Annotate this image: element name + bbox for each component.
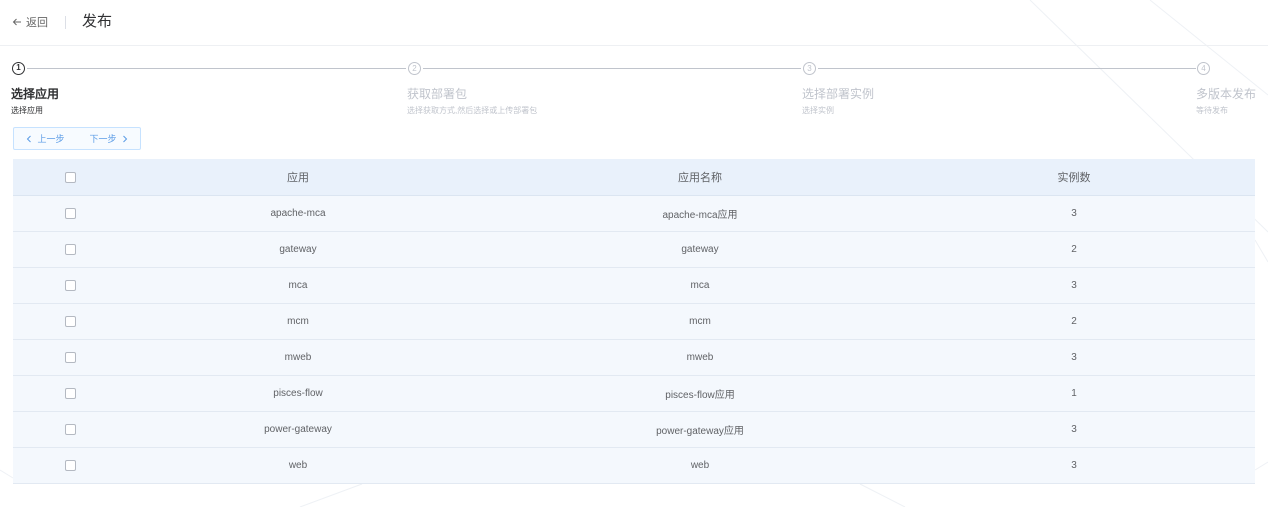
table-row: mcm mcm 2 (13, 304, 1255, 340)
cell-app-name: mweb (686, 352, 714, 363)
checkbox-cell (13, 448, 127, 483)
step-description: 选择实例 (802, 106, 834, 115)
checkbox-cell (13, 232, 127, 267)
cell-instances: 2 (1071, 316, 1077, 327)
cell-instances: 2 (1071, 244, 1077, 255)
step-number: 2 (408, 62, 421, 75)
table-row: power-gateway power-gateway应用 3 (13, 412, 1255, 448)
cell-app-name: apache-mca应用 (662, 210, 738, 221)
row-checkbox[interactable] (64, 244, 76, 255)
prev-step-label: 上一步 (37, 134, 65, 144)
back-button[interactable]: 返回 (12, 14, 48, 30)
table-row: web web 3 (13, 448, 1255, 484)
cell-app-name: gateway (681, 244, 719, 255)
row-checkbox[interactable] (64, 208, 76, 219)
checkbox-cell (13, 268, 127, 303)
cell-app: apache-mca (270, 208, 326, 219)
cell-app-name: pisces-flow应用 (665, 390, 735, 401)
column-header-app: 应用 (287, 172, 309, 184)
checkbox-cell (13, 412, 127, 447)
cell-app-name: mca (690, 280, 710, 291)
step-connector (423, 68, 801, 69)
step-title: 获取部署包 (407, 87, 468, 101)
step-description: 选择应用 (11, 106, 43, 115)
row-checkbox[interactable] (64, 388, 76, 399)
column-header-app-name: 应用名称 (678, 172, 722, 184)
step-connector (818, 68, 1196, 69)
step-number: 4 (1197, 62, 1210, 75)
checkbox-cell (13, 340, 127, 375)
table-row: apache-mca apache-mca应用 3 (13, 196, 1255, 232)
table-header-row: 应用 应用名称 实例数 (13, 159, 1255, 196)
step-description: 选择获取方式,然后选择或上传部署包 (407, 106, 538, 115)
next-step-label: 下一步 (89, 134, 117, 144)
table-row: mca mca 3 (13, 268, 1255, 304)
cell-app: gateway (279, 244, 317, 255)
step-nav-button-group: 上一步 下一步 (13, 127, 141, 150)
chevron-right-icon (122, 135, 127, 142)
step-number: 3 (803, 62, 816, 75)
row-checkbox[interactable] (64, 352, 76, 363)
row-checkbox[interactable] (64, 280, 76, 291)
prev-step-button[interactable]: 上一步 (14, 128, 77, 149)
page-header: 返回 发布 (0, 0, 1268, 46)
cell-app-name: power-gateway应用 (656, 426, 744, 437)
cell-instances: 3 (1071, 208, 1077, 219)
checkbox-cell (13, 376, 127, 411)
cell-instances: 3 (1071, 352, 1077, 363)
back-label: 返回 (26, 17, 48, 29)
table-row: gateway gateway 2 (13, 232, 1255, 268)
page-title: 发布 (82, 13, 113, 30)
cell-app: mcm (287, 316, 309, 327)
cell-app: power-gateway (264, 424, 332, 435)
cell-instances: 1 (1071, 388, 1077, 399)
app-table: 应用 应用名称 实例数 apache-mca apache-mca应用 3 ga… (13, 159, 1255, 484)
step-number: 1 (12, 62, 25, 75)
arrow-left-icon (12, 18, 21, 26)
next-step-button[interactable]: 下一步 (77, 128, 140, 149)
step-title: 多版本发布 (1196, 87, 1257, 101)
checkbox-cell (13, 304, 127, 339)
step-title: 选择应用 (11, 87, 60, 101)
step-description: 等待发布 (1196, 106, 1228, 115)
table-row: pisces-flow pisces-flow应用 1 (13, 376, 1255, 412)
header-divider (65, 16, 66, 29)
cell-instances: 3 (1071, 424, 1077, 435)
cell-app: mweb (284, 352, 312, 363)
cell-instances: 3 (1071, 280, 1077, 291)
select-all-checkbox[interactable] (64, 171, 76, 183)
cell-app: pisces-flow (273, 388, 323, 399)
cell-app: mca (288, 280, 308, 291)
step-title: 选择部署实例 (802, 87, 875, 101)
column-header-instances: 实例数 (1057, 172, 1091, 184)
row-checkbox[interactable] (64, 460, 76, 471)
cell-app: web (288, 460, 308, 471)
cell-app-name: web (690, 460, 710, 471)
row-checkbox[interactable] (64, 424, 76, 435)
checkbox-cell (13, 196, 127, 231)
cell-instances: 3 (1071, 460, 1077, 471)
step-connector (27, 68, 406, 69)
table-row: mweb mweb 3 (13, 340, 1255, 376)
select-all-cell (13, 159, 127, 195)
cell-app-name: mcm (689, 316, 711, 327)
row-checkbox[interactable] (64, 316, 76, 327)
chevron-left-icon (27, 135, 32, 142)
